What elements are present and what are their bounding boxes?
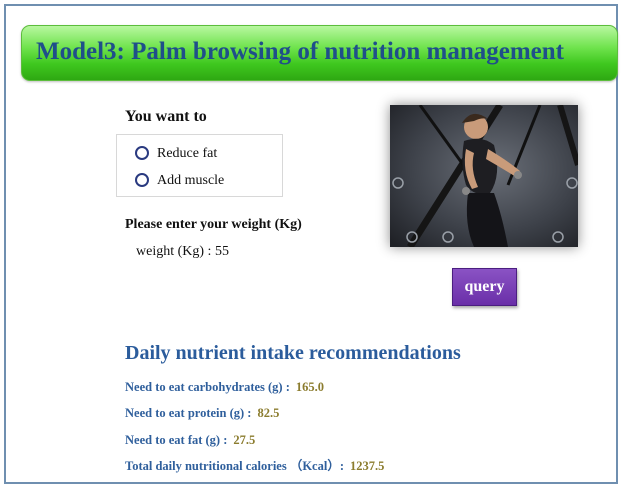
goal-label: You want to — [125, 108, 207, 125]
result-value: 82.5 — [257, 406, 280, 420]
query-button[interactable]: query — [452, 268, 517, 306]
goal-option-add-muscle[interactable]: Add muscle — [135, 172, 225, 189]
page-title: Model3: Palm browsing of nutrition manag… — [36, 38, 564, 65]
goal-option-reduce-fat[interactable]: Reduce fat — [135, 145, 218, 162]
result-label: Need to eat carbohydrates (g) : — [125, 380, 290, 394]
result-row-carbohydrates: Need to eat carbohydrates (g) : 165.0 — [125, 380, 324, 395]
result-value: 27.5 — [233, 433, 256, 447]
result-row-fat: Need to eat fat (g) : 27.5 — [125, 433, 255, 448]
goal-option-label: Add muscle — [157, 173, 225, 188]
goal-option-label: Reduce fat — [157, 146, 218, 161]
weight-field[interactable]: weight (Kg) : 55 — [136, 244, 229, 260]
result-label: Need to eat protein (g) : — [125, 406, 252, 420]
radio-icon[interactable] — [135, 172, 149, 187]
weight-field-label: weight (Kg) : — [136, 244, 212, 259]
result-label: Need to eat fat (g) : — [125, 433, 228, 447]
weight-prompt: Please enter your weight (Kg) — [125, 217, 302, 232]
result-value: 165.0 — [295, 380, 325, 394]
weight-value[interactable]: 55 — [215, 244, 229, 259]
results-title: Daily nutrient intake recommendations — [125, 342, 461, 364]
result-label: Total daily nutritional calories （Kcal）: — [125, 459, 344, 473]
result-value: 1237.5 — [349, 459, 385, 473]
radio-icon[interactable] — [135, 145, 149, 160]
fitness-photo — [390, 105, 578, 247]
fitness-photo-image — [390, 105, 578, 247]
result-row-protein: Need to eat protein (g) : 82.5 — [125, 406, 279, 421]
result-row-total-calories: Total daily nutritional calories （Kcal）:… — [125, 455, 384, 474]
